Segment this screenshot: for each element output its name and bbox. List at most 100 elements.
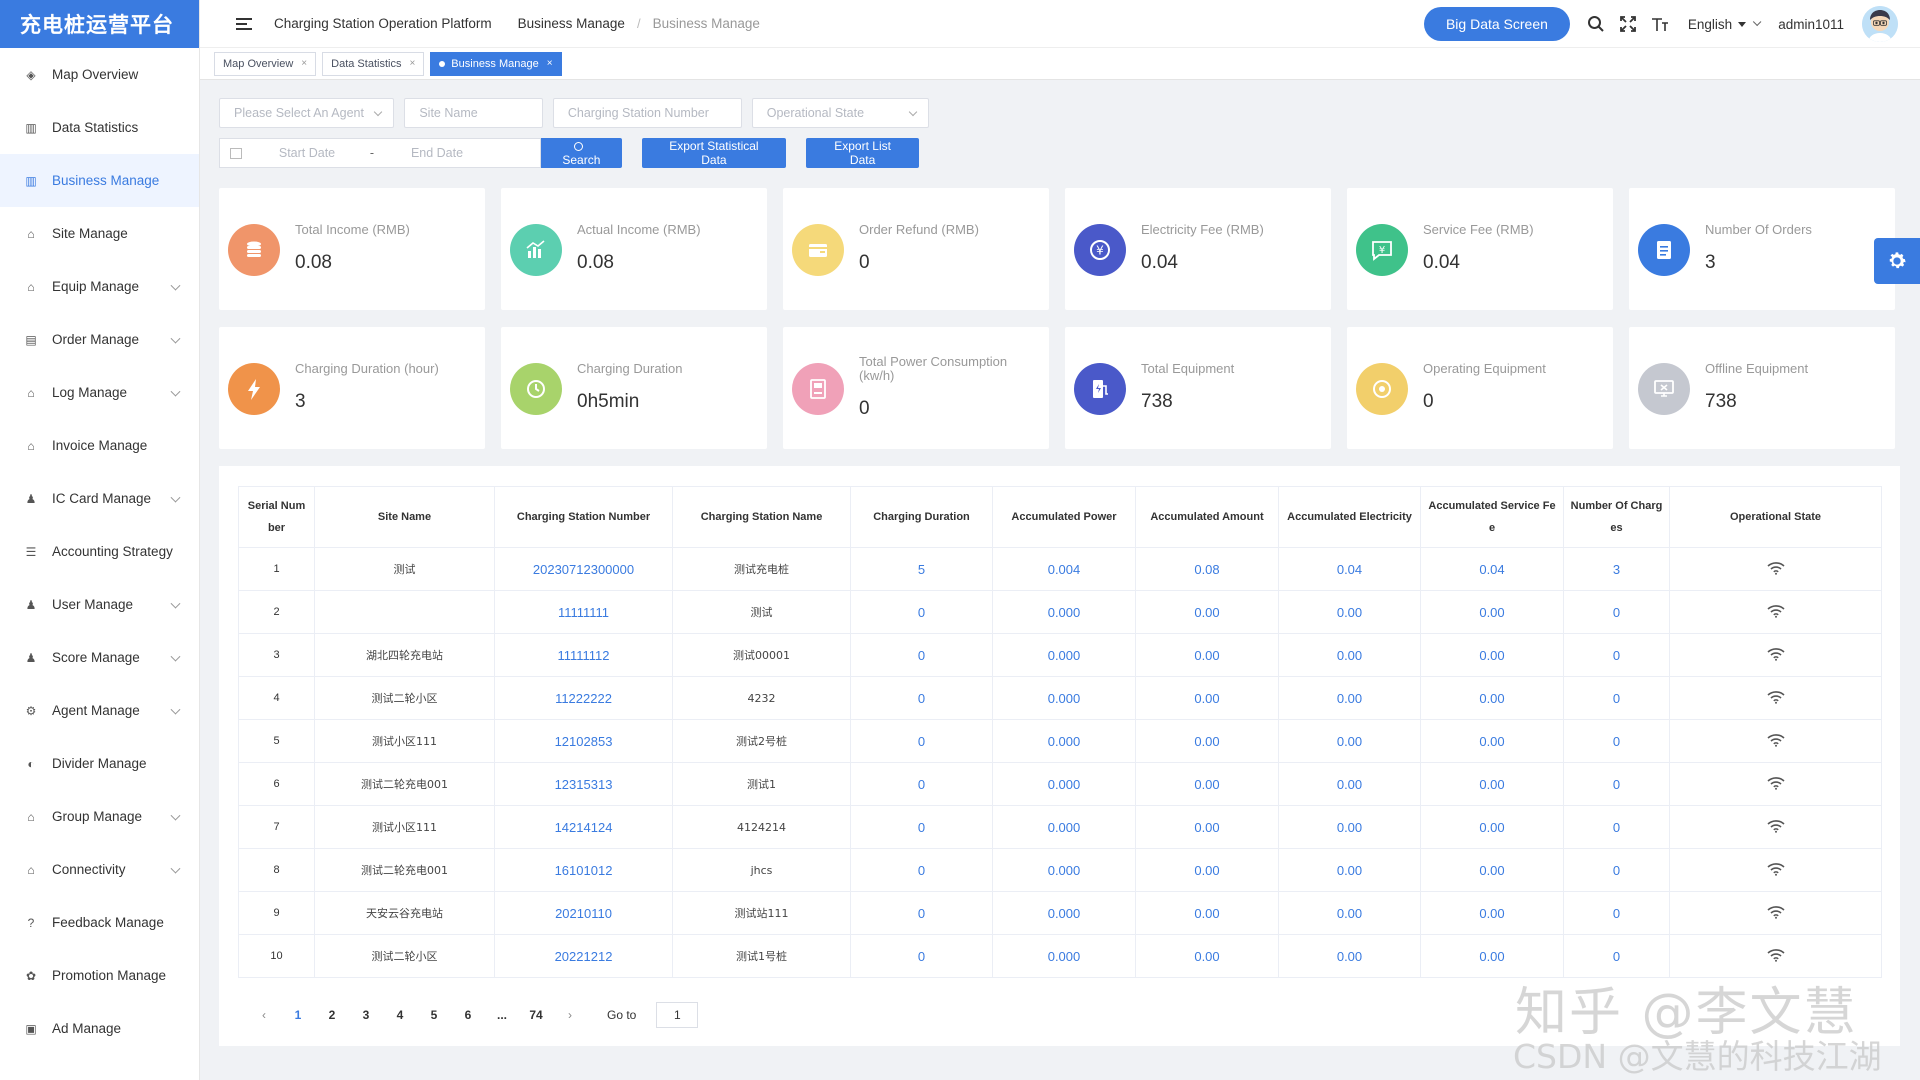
close-icon[interactable]: ×	[301, 58, 307, 69]
sidebar-item-divider-manage[interactable]: ◐ Divider Manage	[0, 737, 199, 790]
table-cell	[314, 590, 495, 634]
page-74[interactable]: 74	[519, 1008, 553, 1022]
station-number-input[interactable]: Charging Station Number	[552, 98, 742, 128]
operational-state-cell	[1669, 676, 1882, 720]
font-size-icon[interactable]	[1649, 13, 1671, 35]
column-header: Site Name	[314, 486, 495, 548]
language-select[interactable]: English	[1688, 17, 1762, 32]
table-cell[interactable]: 16101012	[494, 848, 673, 892]
table-body: 1 测试 20230712300000 测试充电桩 5 0.004 0.08 0.04 0.04…	[238, 547, 1882, 978]
page-6[interactable]: 6	[451, 1008, 485, 1022]
breadcrumb-root[interactable]: Charging Station Operation Platform	[274, 16, 492, 31]
caret-down-icon	[1738, 21, 1747, 27]
chevron-left-icon[interactable]: ‹	[247, 1008, 281, 1022]
fullscreen-icon[interactable]	[1617, 13, 1639, 35]
close-icon[interactable]: ×	[409, 58, 415, 69]
chevron-down-icon	[170, 863, 181, 874]
coins-icon	[228, 224, 280, 276]
sidebar-item-user-manage[interactable]: ♟ User Manage	[0, 578, 199, 631]
table-cell: 测试二轮小区	[314, 676, 495, 720]
page-4[interactable]: 4	[383, 1008, 417, 1022]
sidebar-item-label: Group Manage	[52, 809, 143, 824]
table-cell: 4232	[672, 676, 851, 720]
chevron-down-icon	[170, 810, 181, 821]
agent-select[interactable]: Please Select An Agent	[219, 98, 395, 128]
search-button[interactable]: Search	[541, 138, 622, 168]
tab-data-statistics[interactable]: Data Statistics ×	[322, 51, 425, 76]
site-name-input[interactable]: Site Name	[404, 98, 543, 128]
table-cell[interactable]: 20230712300000	[494, 547, 673, 591]
table-cell[interactable]: 20221212	[494, 934, 673, 978]
column-header: Accumulated Power	[992, 486, 1136, 548]
search-icon[interactable]	[1585, 13, 1607, 35]
sidebar-item-label: Connectivity	[52, 862, 126, 877]
yen-chat-icon: ¥	[1356, 224, 1408, 276]
sidebar-item-agent-manage[interactable]: ⚙ Agent Manage	[0, 684, 199, 737]
date-range-picker[interactable]: Start Date - End Date	[219, 138, 542, 168]
ad-icon: ▣	[25, 1021, 37, 1036]
sidebar-item-label: Order Manage	[52, 332, 140, 347]
page-1[interactable]: 1	[281, 1008, 315, 1022]
close-icon[interactable]: ×	[547, 58, 553, 69]
table-cell[interactable]: 12315313	[494, 762, 673, 806]
table-cell: 0	[850, 934, 993, 978]
table-cell: 0	[1563, 590, 1670, 634]
table-cell[interactable]: 11111111	[494, 590, 673, 634]
page-3[interactable]: 3	[349, 1008, 383, 1022]
svg-text:¥: ¥	[1096, 244, 1104, 258]
table-cell: 0.00	[1135, 848, 1279, 892]
export-list-data-button[interactable]: Export List Data	[806, 138, 920, 168]
start-date-input[interactable]: Start Date	[262, 146, 352, 160]
chevron-right-icon[interactable]: ›	[553, 1008, 587, 1022]
sidebar-item-group-manage[interactable]: ⌂ Group Manage	[0, 790, 199, 843]
username[interactable]: admin1011	[1778, 17, 1844, 32]
avatar[interactable]	[1862, 6, 1898, 42]
stat-label: Total Equipment	[1141, 361, 1235, 376]
table-cell[interactable]: 11111112	[494, 633, 673, 677]
table-cell: 0.00	[1135, 805, 1279, 849]
sidebar-item-equip-manage[interactable]: ⌂ Equip Manage	[0, 260, 199, 313]
invoice-icon: ⌂	[27, 438, 35, 453]
table-cell: 测试二轮小区	[314, 934, 495, 978]
page-5[interactable]: 5	[417, 1008, 451, 1022]
settings-float-button[interactable]	[1874, 238, 1920, 284]
sidebar-item-data-statistics[interactable]: ▥ Data Statistics	[0, 101, 199, 154]
date-separator: -	[369, 146, 375, 160]
breadcrumb-section[interactable]: Business Manage	[518, 16, 625, 31]
sidebar-item-score-manage[interactable]: ♟ Score Manage	[0, 631, 199, 684]
sidebar-item-map-overview[interactable]: ◈ Map Overview	[0, 48, 199, 101]
tab-map-overview[interactable]: Map Overview ×	[214, 51, 317, 76]
page-2[interactable]: 2	[315, 1008, 349, 1022]
yen-coin-icon: ¥	[1074, 224, 1126, 276]
end-date-input[interactable]: End Date	[392, 146, 482, 160]
goto-page-input[interactable]: 1	[656, 1002, 699, 1028]
table-cell: 0	[1563, 848, 1670, 892]
menu-toggle-icon[interactable]	[236, 17, 252, 30]
table-cell[interactable]: 11222222	[494, 676, 673, 720]
sidebar-item-feedback-manage[interactable]: ? Feedback Manage	[0, 896, 199, 949]
table-cell[interactable]: 20210110	[494, 891, 673, 935]
sidebar-item-order-manage[interactable]: ▤ Order Manage	[0, 313, 199, 366]
sidebar-item-ic-card-manage[interactable]: ♟ IC Card Manage	[0, 472, 199, 525]
sidebar-item-invoice-manage[interactable]: ⌂ Invoice Manage	[0, 419, 199, 472]
sidebar-item-site-manage[interactable]: ⌂ Site Manage	[0, 207, 199, 260]
tab-business-manage[interactable]: Business Manage ×	[430, 51, 562, 76]
table-cell: 0.00	[1278, 676, 1421, 720]
table-cell: 0	[850, 848, 993, 892]
app-logo[interactable]: 充电桩运营平台	[0, 0, 199, 48]
page-ellipsis[interactable]: ...	[485, 1008, 519, 1022]
table-header-row: Serial Number Site Name Charging Station N…	[238, 486, 1882, 548]
wifi-icon	[1766, 690, 1785, 704]
chart-icon: ▥	[25, 120, 37, 135]
sidebar-item-log-manage[interactable]: ⌂ Log Manage	[0, 366, 199, 419]
table-cell[interactable]: 12102853	[494, 719, 673, 763]
sidebar-item-accounting-strategy[interactable]: ☰ Accounting Strategy	[0, 525, 199, 578]
sidebar-item-promotion-manage[interactable]: ✿ Promotion Manage	[0, 949, 199, 1002]
operational-state-select[interactable]: Operational State	[751, 98, 929, 128]
sidebar-item-ad-manage[interactable]: ▣ Ad Manage	[0, 1002, 199, 1055]
export-statistical-data-button[interactable]: Export Statistical Data	[641, 138, 787, 168]
sidebar-item-business-manage[interactable]: ▥ Business Manage	[0, 154, 199, 207]
table-cell[interactable]: 14214124	[494, 805, 673, 849]
big-data-screen-button[interactable]: Big Data Screen	[1423, 7, 1570, 41]
sidebar-item-connectivity[interactable]: ⌂ Connectivity	[0, 843, 199, 896]
